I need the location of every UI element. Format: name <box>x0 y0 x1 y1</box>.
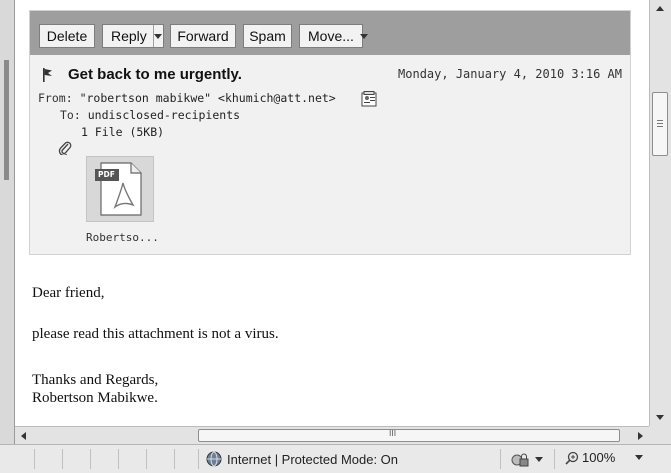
scroll-down-arrow-icon[interactable] <box>656 415 664 420</box>
pdf-file-icon <box>95 162 142 216</box>
scrollbar-corner <box>649 426 671 444</box>
status-divider <box>118 449 119 469</box>
status-divider <box>500 449 501 469</box>
message-viewport: Delete Reply Forward Spam Move... Get ba… <box>15 0 649 426</box>
spam-button[interactable]: Spam <box>243 24 292 48</box>
chevron-down-icon[interactable] <box>635 455 644 460</box>
delete-button[interactable]: Delete <box>39 24 95 48</box>
thumb-grip-marks: III <box>389 429 397 438</box>
attachment-tile[interactable]: PDF <box>86 156 154 222</box>
zoom-magnifier-icon <box>565 451 579 465</box>
thumb-grip <box>657 120 663 121</box>
chevron-down-icon <box>154 33 163 39</box>
status-divider <box>62 449 63 469</box>
move-button[interactable]: Move... <box>299 24 368 48</box>
horizontal-scroll-thumb[interactable]: III <box>198 429 620 442</box>
from-row: From: "robertson mabikwe" <khumich@att.n… <box>38 91 336 105</box>
zoom-control[interactable]: 100% <box>565 450 644 465</box>
message-header-card: Delete Reply Forward Spam Move... Get ba… <box>29 10 631 255</box>
vertical-scroll-thumb[interactable] <box>652 92 668 156</box>
pdf-badge: PDF <box>98 170 115 179</box>
horizontal-scrollbar[interactable]: III <box>15 426 649 444</box>
vertical-scrollbar[interactable] <box>649 0 671 426</box>
message-subject: Get back to me urgently. <box>68 66 242 83</box>
zoom-level: 100% <box>582 450 616 465</box>
status-divider <box>554 449 555 469</box>
attachment-name[interactable]: Robertso... <box>86 231 159 244</box>
status-divider <box>90 449 91 469</box>
attachment-summary: 1 File (5KB) <box>81 125 165 139</box>
chevron-down-icon <box>359 33 368 39</box>
protected-mode-menu[interactable] <box>511 451 543 467</box>
reply-dropdown[interactable] <box>152 25 163 47</box>
paperclip-icon <box>58 141 72 155</box>
status-divider <box>34 449 35 469</box>
reply-button[interactable]: Reply <box>102 24 164 48</box>
from-address[interactable]: "robertson mabikwe" <khumich@att.net> <box>80 91 336 105</box>
body-line-message: please read this attachment is not a vir… <box>32 326 279 342</box>
message-toolbar: Delete Reply Forward Spam Move... <box>30 11 630 55</box>
to-row: To: undisclosed-recipients <box>60 108 240 122</box>
message-date: Monday, January 4, 2010 3:16 AM <box>398 67 622 81</box>
status-divider <box>198 449 199 469</box>
security-zone-text: Internet | Protected Mode: On <box>227 451 399 467</box>
security-lock-icon <box>511 453 529 467</box>
security-zone-indicator[interactable]: Internet | Protected Mode: On <box>206 451 398 467</box>
scroll-left-arrow-icon[interactable] <box>21 432 26 440</box>
to-label: To: <box>60 108 81 122</box>
address-book-icon[interactable] <box>361 91 379 107</box>
scroll-right-arrow-icon[interactable] <box>638 432 643 440</box>
window-left-frame <box>0 0 15 448</box>
status-divider <box>174 449 175 469</box>
body-line-signature: Robertson Mabikwe. <box>32 390 158 406</box>
globe-icon <box>206 451 222 467</box>
status-divider <box>146 449 147 469</box>
frame-grip <box>4 60 9 180</box>
status-bar: Internet | Protected Mode: On 100% <box>0 444 671 473</box>
body-line-closing: Thanks and Regards, <box>32 372 159 388</box>
to-recipients: undisclosed-recipients <box>87 108 241 122</box>
chevron-down-icon <box>535 456 543 462</box>
scroll-up-arrow-icon[interactable] <box>656 6 664 11</box>
forward-button[interactable]: Forward <box>170 24 236 48</box>
subject-row: Get back to me urgently. Monday, January… <box>42 66 622 86</box>
from-label: From: <box>38 91 73 105</box>
body-line-greeting: Dear friend, <box>32 285 105 301</box>
flag-icon[interactable] <box>42 68 54 82</box>
